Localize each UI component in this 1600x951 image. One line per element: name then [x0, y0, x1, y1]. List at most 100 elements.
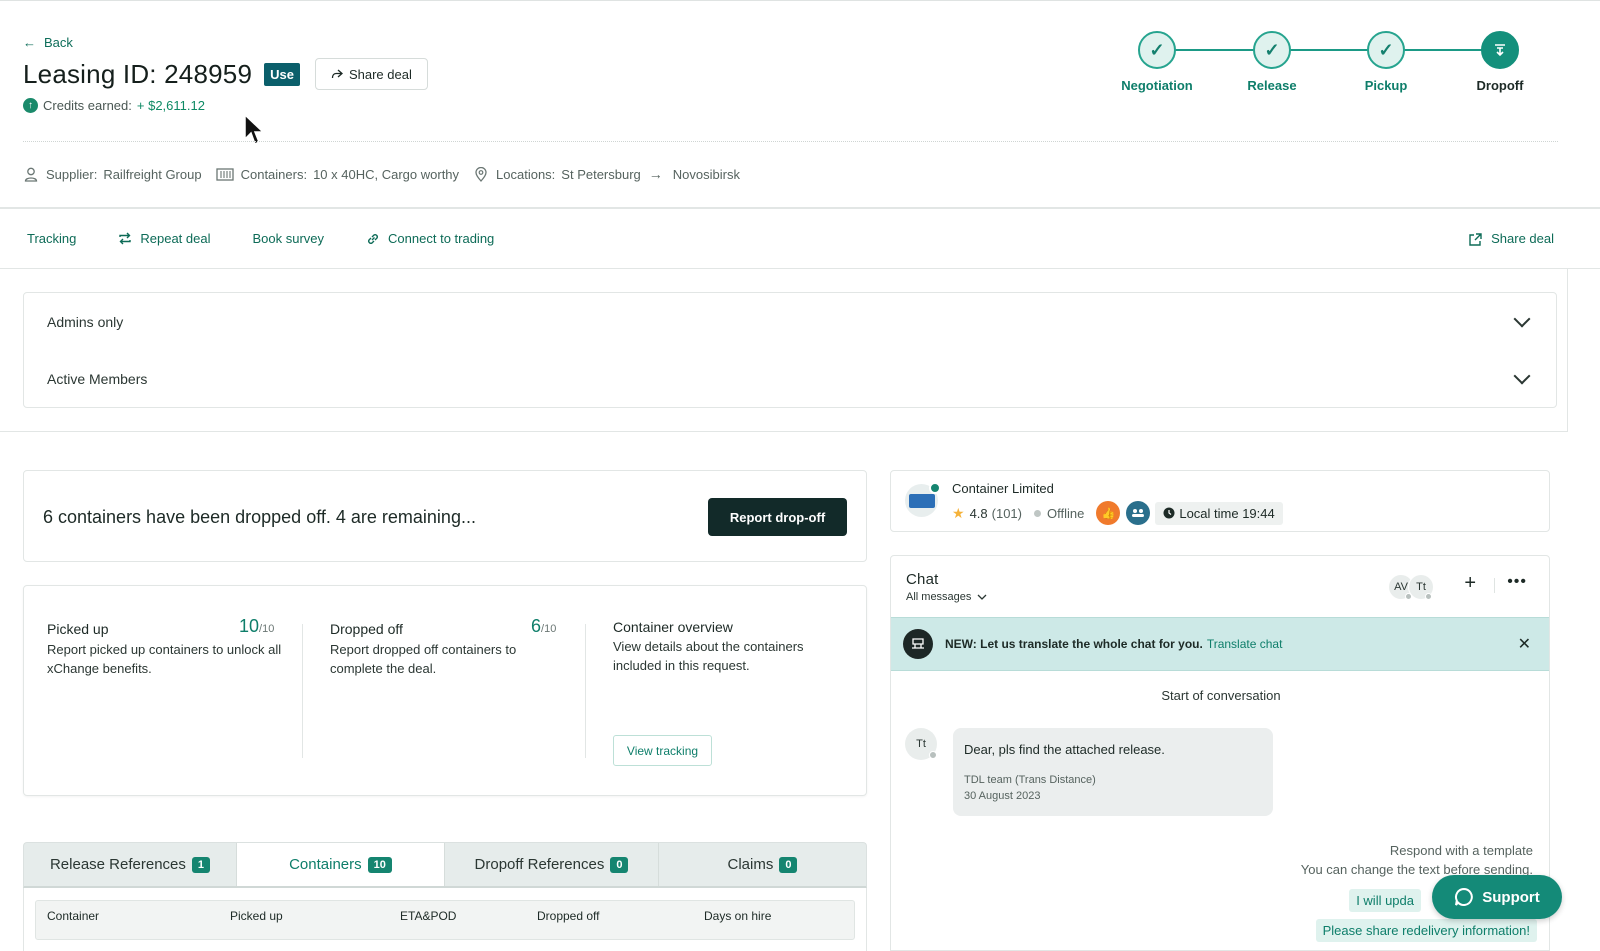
report-dropoff-button[interactable]: Report drop-off — [708, 498, 847, 536]
picked-up-count: 10/10 — [239, 616, 274, 637]
dropped-off-desc: Report dropped off containers to complet… — [330, 642, 517, 676]
admins-only-label: Admins only — [47, 314, 124, 330]
connect-trading-link[interactable]: Connect to trading — [366, 231, 494, 246]
supplier-info: Supplier: Railfreight Group — [23, 166, 202, 182]
picked-up-title: Picked up — [47, 621, 109, 637]
respond-title: Respond with a template — [1389, 843, 1533, 858]
company-rating: 4.8 — [969, 505, 988, 521]
dropoff-status-text: 6 containers have been dropped off. 4 ar… — [43, 507, 476, 527]
company-name[interactable]: Container Limited — [952, 481, 1054, 496]
section-divider — [0, 207, 1600, 209]
translate-icon — [903, 629, 933, 659]
tab-containers[interactable]: Containers 10 — [237, 843, 445, 886]
title-row: Leasing ID: 248959 Use Share deal — [23, 58, 428, 90]
locations-label: Locations: — [496, 166, 556, 182]
company-meta: ★ 4.8 (101) Offline 👍 Local time 19:44 — [952, 501, 1283, 525]
tab-claims[interactable]: Claims 0 — [659, 843, 866, 886]
accordion: Admins only Active Members — [23, 292, 1557, 408]
column-header[interactable]: Picked up — [230, 909, 283, 923]
conversation-start: Start of conversation — [891, 688, 1549, 703]
company-reviews[interactable]: (101) — [992, 506, 1022, 521]
tracking-label: Tracking — [27, 231, 77, 246]
offline-status-dot — [1034, 509, 1041, 517]
status-dot — [929, 751, 937, 759]
local-time: Local time 19:44 — [1155, 501, 1283, 525]
admins-only-toggle[interactable]: Admins only — [47, 310, 1532, 330]
arrow-up-circle-icon: ↑ — [23, 98, 38, 113]
chevron-down-icon — [1513, 310, 1531, 328]
share-icon — [1469, 232, 1482, 246]
tab-label: Claims — [727, 856, 774, 873]
container-overview-desc: View details about the containers includ… — [613, 639, 804, 673]
template-chip[interactable]: I will upda — [1349, 889, 1421, 912]
book-survey-link[interactable]: Book survey — [253, 231, 325, 246]
user-icon — [23, 166, 39, 182]
use-badge: Use — [264, 62, 300, 86]
star-icon: ★ — [952, 504, 965, 521]
tab-count-badge: 0 — [610, 856, 629, 873]
mouse-cursor-icon — [244, 114, 264, 146]
arrow-right-icon: → — [648, 166, 663, 182]
column-header[interactable]: Container — [47, 909, 99, 923]
tab-dropoff-references[interactable]: Dropoff References 0 — [445, 843, 659, 886]
container-overview-title: Container overview — [613, 619, 733, 635]
logo-mark — [908, 493, 935, 508]
template-chip[interactable]: Please share redelivery information! — [1315, 919, 1537, 942]
tracking-link[interactable]: Tracking — [27, 231, 76, 246]
more-options-icon[interactable]: ••• — [1507, 573, 1527, 591]
share-deal-action-label: Share deal — [1491, 231, 1554, 246]
chat-participants[interactable]: AV Tt — [1388, 574, 1434, 600]
deal-tabs: Release References 1 Containers 10 Dropo… — [23, 842, 867, 888]
active-members-label: Active Members — [47, 371, 148, 387]
close-icon[interactable]: ✕ — [1518, 634, 1531, 654]
check-icon: ✓ — [1138, 31, 1176, 69]
view-tracking-button[interactable]: View tracking — [613, 735, 712, 766]
chat-filter-dropdown[interactable]: All messages — [906, 591, 987, 603]
translate-chat-link[interactable]: Translate chat — [1207, 637, 1283, 651]
deal-info-row: Supplier: Railfreight Group Containers: … — [23, 166, 754, 182]
column-header[interactable]: ETA&POD — [400, 909, 456, 923]
support-button[interactable]: Support — [1432, 875, 1562, 919]
top-border — [0, 0, 1600, 1]
link-icon — [368, 233, 379, 244]
containers-label: Containers: — [240, 166, 308, 182]
connect-trading-label: Connect to trading — [388, 231, 495, 246]
company-status: Offline — [1047, 505, 1085, 521]
support-label: Support — [1482, 888, 1540, 906]
dropped-off-title: Dropped off — [330, 621, 403, 637]
tab-release-references[interactable]: Release References 1 — [24, 843, 237, 886]
page-title: Leasing ID: 248959 — [23, 58, 253, 89]
add-participant-icon[interactable]: + — [1464, 572, 1476, 595]
chat-bubble-icon — [1455, 887, 1473, 906]
local-time-text: Local time 19:44 — [1179, 505, 1275, 521]
tab-label: Release References — [49, 856, 186, 873]
picked-up-desc: Report picked up containers to unlock al… — [47, 642, 282, 676]
column-header[interactable]: Dropped off — [537, 909, 600, 923]
tab-count-badge: 10 — [367, 856, 392, 873]
share-deal-button[interactable]: Share deal — [314, 58, 428, 90]
location-to: Novosibirsk — [672, 166, 740, 182]
share-deal-label: Share deal — [348, 66, 412, 82]
credits-earned: ↑ Credits earned: + $2,611.12 — [23, 98, 205, 113]
active-members-toggle[interactable]: Active Members — [47, 367, 1532, 387]
containers-table-header: Container Picked up ETA&POD Dropped off … — [35, 900, 855, 940]
credits-label: Credits earned: — [43, 98, 132, 113]
dropoff-status-card: 6 containers have been dropped off. 4 ar… — [23, 470, 867, 562]
share-deal-action[interactable]: Share deal — [1468, 231, 1554, 246]
container-icon — [215, 166, 234, 182]
back-link[interactable]: ← Back — [23, 35, 73, 50]
supplier-label: Supplier: — [46, 166, 98, 182]
containers-value: 10 x 40HC, Cargo worthy — [313, 166, 460, 182]
book-survey-label: Book survey — [252, 231, 325, 246]
check-icon: ✓ — [1367, 31, 1405, 69]
respond-template-hint: Respond with a template You can change t… — [1301, 841, 1533, 879]
message-bubble: Dear, pls find the attached release. TDL… — [953, 728, 1273, 816]
verified-icon — [929, 482, 941, 494]
company-logo[interactable] — [905, 482, 941, 517]
tab-count-badge: 0 — [779, 856, 798, 873]
repeat-deal-link[interactable]: Repeat deal — [118, 231, 211, 246]
chat-title: Chat — [906, 571, 939, 588]
repeat-deal-label: Repeat deal — [140, 231, 211, 246]
check-icon: ✓ — [1253, 31, 1291, 69]
column-header[interactable]: Days on hire — [704, 909, 771, 923]
